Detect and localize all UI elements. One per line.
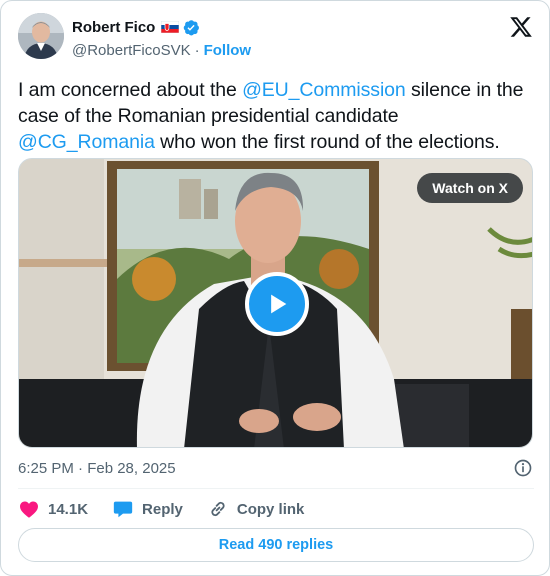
play-button[interactable] [245,272,309,336]
tweet-text-part: I am concerned about the [18,79,243,101]
reply-button[interactable]: Reply [112,498,183,520]
like-button[interactable]: 14.1K [18,498,88,520]
tweet-text-part: who won the first round of the elections… [154,131,500,153]
info-icon[interactable] [513,458,533,478]
avatar-image [18,13,64,59]
author-name[interactable]: Robert Fico [72,19,155,36]
follow-button[interactable]: Follow [204,42,252,59]
author-avatar[interactable] [18,13,64,59]
author-handle-row: @RobertFicoSVK · Follow [72,40,251,60]
heart-icon [20,501,38,518]
action-bar: 14.1K Reply Copy link [18,498,328,520]
like-count: 14.1K [48,500,89,518]
play-icon [271,294,287,314]
slovakia-flag-icon [161,21,180,33]
x-logo-icon[interactable] [509,15,533,39]
mention-cg-romania[interactable]: @CG_Romania [18,131,155,153]
mention-eu-commission[interactable]: @EU_Commission [242,79,406,101]
divider [18,488,534,489]
copy-link-label: Copy link [236,500,305,518]
tweet-embed-card: Robert Fico @RobertFicoSVK · Follow I am… [0,0,550,576]
author-name-row: Robert Fico [72,17,200,37]
verified-badge-icon [184,19,200,35]
separator-dot: · [194,41,200,59]
read-replies-button[interactable]: Read 490 replies [18,528,534,562]
video-player[interactable]: Watch on X [18,158,533,448]
watch-on-x-button[interactable]: Watch on X [417,173,523,203]
tweet-text: I am concerned about the @EU_Commission … [18,77,534,155]
speech-bubble-icon [113,501,133,518]
reply-label: Reply [142,500,183,518]
author-handle[interactable]: @RobertFicoSVK [72,42,191,59]
link-icon [211,501,225,517]
tweet-timestamp[interactable]: 6:25 PM · Feb 28, 2025 [18,458,176,478]
copy-link-button[interactable]: Copy link [207,498,305,520]
